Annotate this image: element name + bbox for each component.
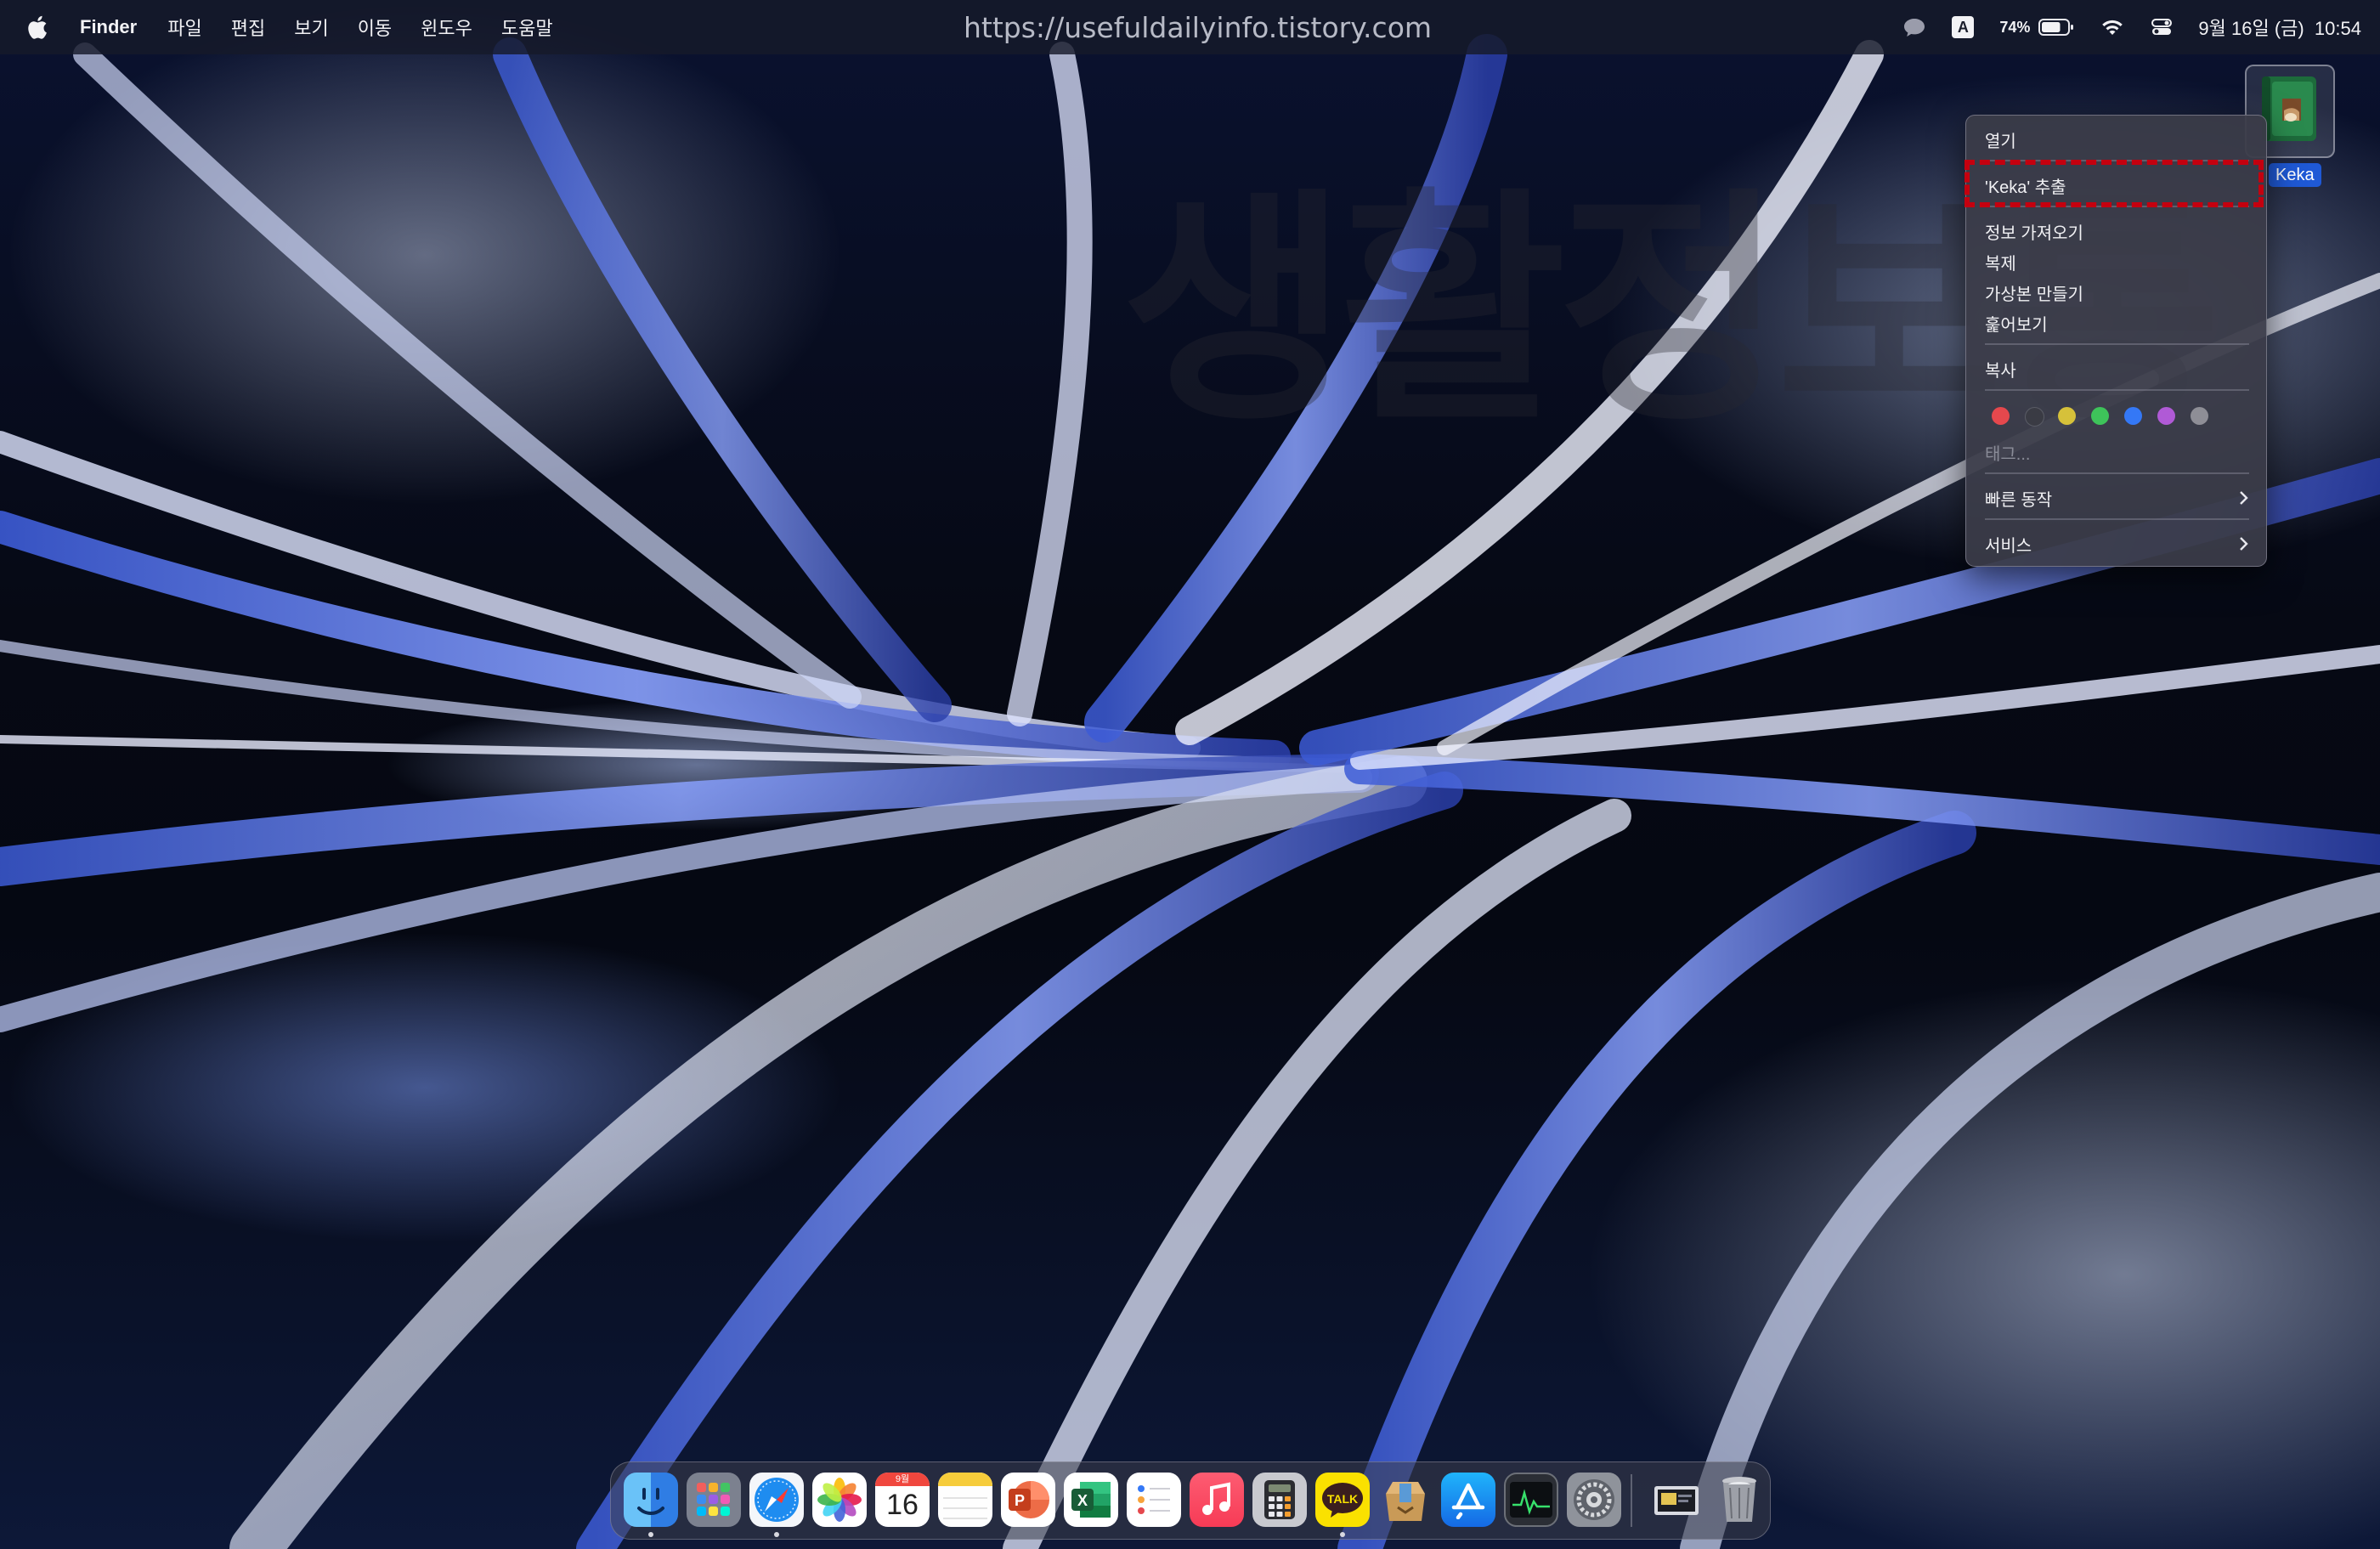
menu-item-get-info[interactable]: 정보 가져오기 (1985, 218, 2083, 245)
battery-status[interactable]: 74% (1999, 18, 2074, 37)
dock-activity-monitor-icon[interactable] (1504, 1473, 1558, 1527)
tag-none-dot[interactable] (2025, 407, 2044, 427)
dock-trash-icon[interactable] (1712, 1473, 1767, 1527)
menu-bar: Finder 파일 편집 보기 이동 윈도우 도움말 https://usefu… (0, 0, 2380, 54)
menu-separator (1985, 472, 2249, 474)
menu-view[interactable]: 보기 (294, 14, 328, 41)
running-indicator (648, 1532, 653, 1537)
control-center-icon[interactable] (2151, 17, 2173, 37)
running-indicator (774, 1532, 779, 1537)
chevron-right-icon (2240, 491, 2248, 505)
dock-safari-icon[interactable] (749, 1473, 804, 1527)
dock-launchpad-icon[interactable] (687, 1473, 741, 1527)
powerpoint-letter: P (1015, 1492, 1025, 1509)
menu-go[interactable]: 이동 (358, 14, 392, 41)
battery-percent: 74% (1999, 18, 2031, 36)
dock-calendar-icon[interactable]: 9월 16 (875, 1473, 930, 1527)
chevron-right-icon (2240, 537, 2248, 551)
menu-separator (1985, 518, 2249, 520)
dock-separator (1631, 1474, 1632, 1527)
dock-downloads-stack-icon[interactable] (1649, 1473, 1704, 1527)
dock-photos-icon[interactable] (812, 1473, 867, 1527)
battery-icon (2038, 19, 2074, 36)
excel-letter: X (1077, 1492, 1088, 1509)
menu-item-label: 빠른 동작 (1985, 490, 2053, 510)
menu-item-duplicate[interactable]: 복제 (1985, 248, 2016, 275)
menu-item-services[interactable]: 서비스 (1985, 530, 2249, 557)
kakaotalk-label: TALK (1327, 1492, 1358, 1506)
dock-excel-icon[interactable]: X (1064, 1473, 1118, 1527)
apple-logo-icon[interactable] (25, 14, 49, 41)
dock-finder-icon[interactable] (624, 1473, 678, 1527)
dock-system-settings-icon[interactable] (1567, 1473, 1621, 1527)
menu-item-copy[interactable]: 복사 (1985, 355, 2016, 382)
dock-calculator-icon[interactable] (1252, 1473, 1307, 1527)
menu-clock[interactable]: 9월 16일 (금) 10:54 (2198, 14, 2361, 41)
url-watermark: https://usefuldailyinfo.tistory.com (964, 10, 1433, 44)
tag-blue-dot[interactable] (2124, 407, 2142, 425)
menu-item-quick-look[interactable]: 훑어보기 (1985, 309, 2048, 336)
dock: 9월 16 P X TALK (610, 1461, 1771, 1540)
dock-notes-icon[interactable] (938, 1473, 992, 1527)
speech-bubble-icon[interactable] (1902, 16, 1926, 38)
input-source-icon[interactable]: A (1952, 16, 1975, 38)
menu-item-make-alias[interactable]: 가상본 만들기 (1985, 279, 2083, 306)
menu-item-open[interactable]: 열기 (1985, 126, 2016, 153)
dock-app-store-icon[interactable] (1441, 1473, 1495, 1527)
dock-reminders-icon[interactable] (1127, 1473, 1181, 1527)
menu-item-label: 서비스 (1985, 536, 2032, 556)
dock-kakaotalk-icon[interactable]: TALK (1315, 1473, 1370, 1527)
calendar-day: 16 (886, 1489, 919, 1521)
annotation-highlight-box (1964, 160, 2264, 207)
dock-archive-utility-icon[interactable] (1378, 1473, 1433, 1527)
menu-item-quick-actions[interactable]: 빠른 동작 (1985, 484, 2249, 512)
dock-music-icon[interactable] (1190, 1473, 1244, 1527)
tag-gray-dot[interactable] (2191, 407, 2208, 425)
menu-separator (1985, 389, 2249, 391)
menu-app-name[interactable]: Finder (80, 16, 137, 38)
desktop-icon-label: Keka (2269, 163, 2321, 187)
tag-red-dot[interactable] (1992, 407, 2010, 425)
menu-edit[interactable]: 편집 (231, 14, 265, 41)
menu-separator (1985, 343, 2249, 345)
tag-green-dot[interactable] (2091, 407, 2109, 425)
tag-purple-dot[interactable] (2157, 407, 2175, 425)
calendar-month: 9월 (875, 1473, 930, 1486)
dock-powerpoint-icon[interactable]: P (1001, 1473, 1055, 1527)
menu-help[interactable]: 도움말 (501, 14, 553, 41)
menu-file[interactable]: 파일 (167, 14, 201, 41)
wifi-icon[interactable] (2100, 17, 2125, 37)
menu-item-tags[interactable]: 태그... (1985, 438, 2030, 466)
running-indicator (1340, 1532, 1345, 1537)
tag-yellow-dot[interactable] (2058, 407, 2076, 425)
menu-window[interactable]: 윈도우 (421, 14, 472, 41)
